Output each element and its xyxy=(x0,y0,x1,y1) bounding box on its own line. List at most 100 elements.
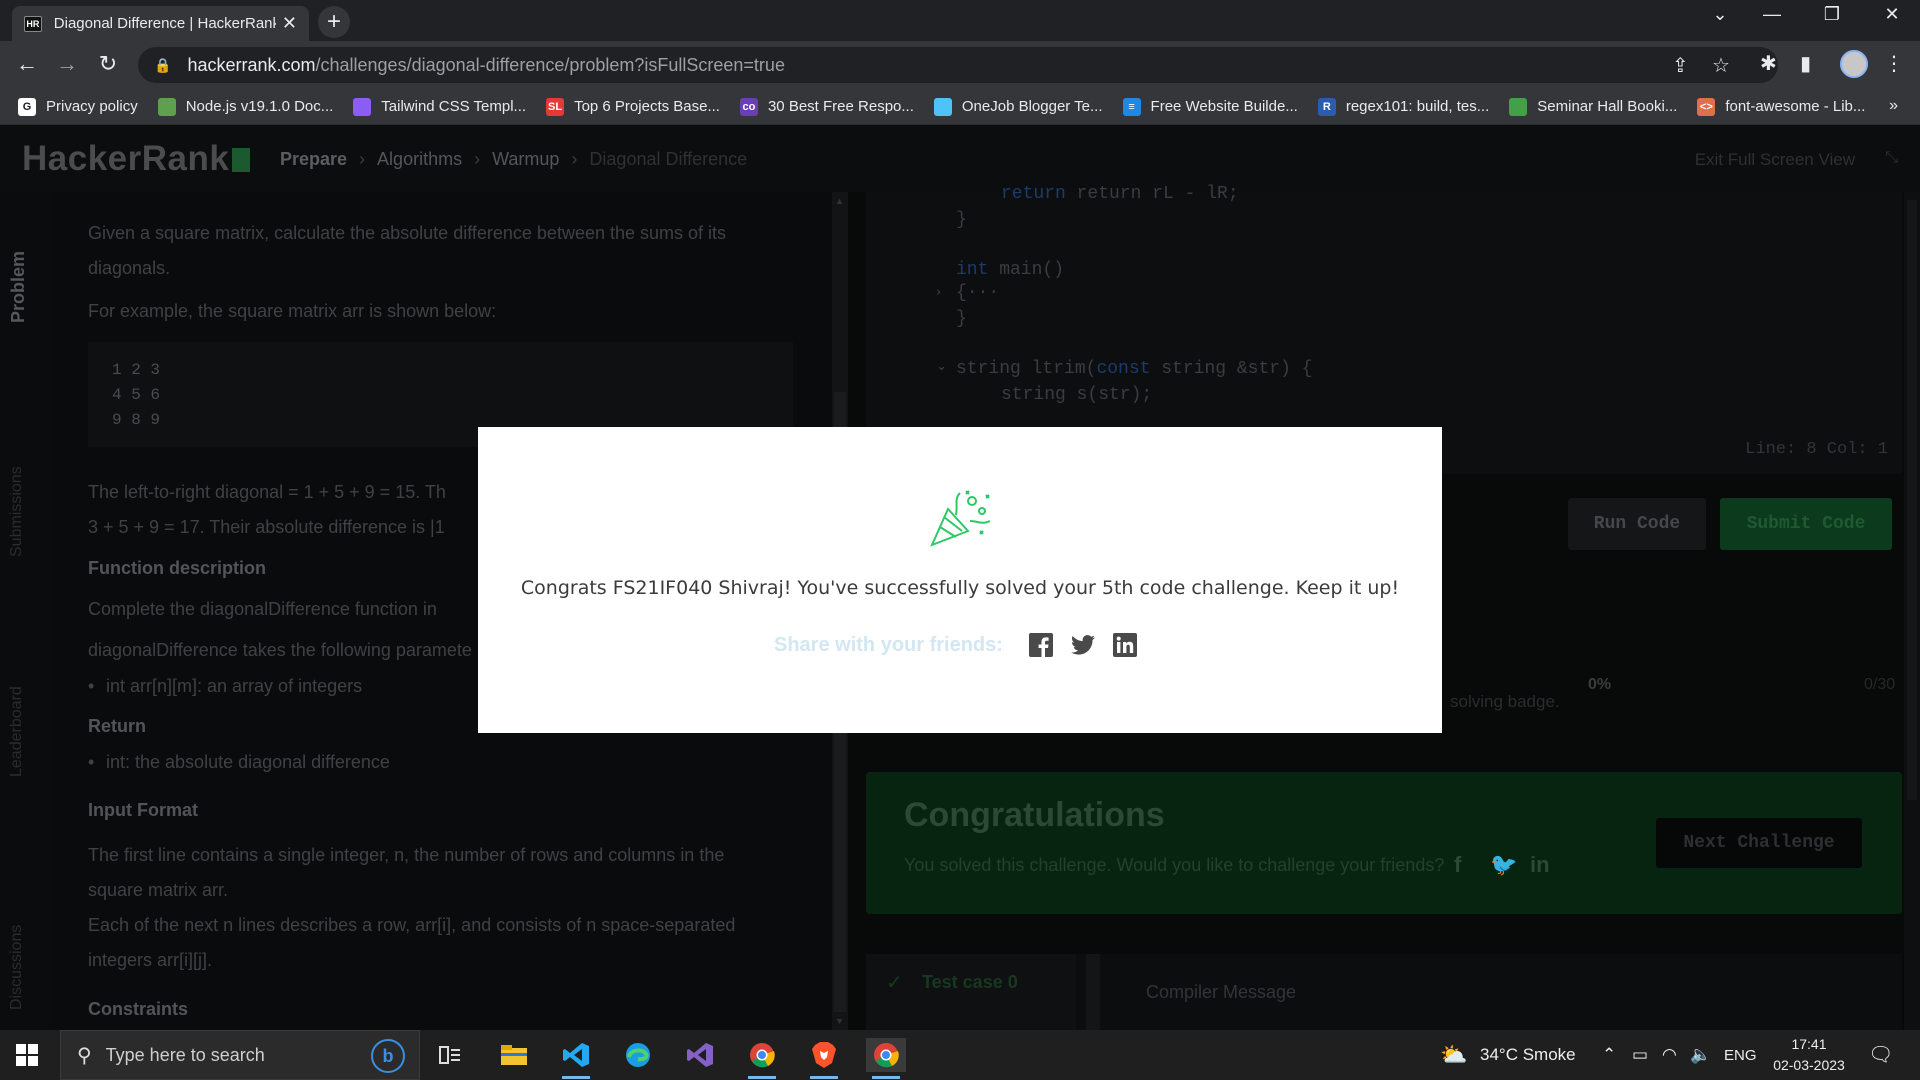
facebook-icon[interactable] xyxy=(1028,633,1053,657)
reload-icon[interactable]: ↻ xyxy=(93,51,123,77)
heading-function-description: Function description xyxy=(88,558,266,578)
forward-icon[interactable]: → xyxy=(52,51,82,77)
bookmark-item[interactable]: co 30 Best Free Respo... xyxy=(739,97,914,116)
clock[interactable]: 17:41 02-03-2023 xyxy=(1764,1034,1854,1076)
chrome-icon[interactable] xyxy=(742,1038,782,1079)
code-editor[interactable]: return return rL - lR; } int main() › {·… xyxy=(866,184,1902,428)
clock-time: 17:41 xyxy=(1791,1036,1827,1052)
breadcrumb: Prepare › Algorithms › Warmup › Diagonal Di… xyxy=(280,149,748,170)
taskbar-search[interactable]: ⚲ Type here to search b xyxy=(60,1030,420,1080)
side-tab-leaderboard[interactable]: Leaderboard xyxy=(8,672,42,792)
windows-taskbar: ⚲ Type here to search b ⛅ 34°C Smoke ⌃ ▭… xyxy=(0,1030,1920,1080)
browser-tab[interactable]: HR Diagonal Difference | HackerRank ✕ xyxy=(12,6,309,41)
test-case-tab[interactable]: ✓ Test case 0 xyxy=(866,954,1076,1030)
bookmark-label: Privacy policy xyxy=(46,98,138,115)
bookmark-favicon-icon: ≡ xyxy=(1122,97,1141,116)
minimize-icon[interactable]: — xyxy=(1752,4,1792,25)
run-code-button[interactable]: Run Code xyxy=(1568,498,1706,550)
restore-icon[interactable]: ❐ xyxy=(1812,4,1852,25)
exit-fullscreen-link[interactable]: Exit Full Screen View xyxy=(1695,150,1855,170)
side-tabs: Problem Submissions Leaderboard Discussi… xyxy=(0,192,50,1030)
side-tab-discussions[interactable]: Discussions xyxy=(8,912,42,1022)
bookmarks-bar: G Privacy policy Node.js v19.1.0 Doc... Tai… xyxy=(0,89,1920,125)
back-icon[interactable]: ← xyxy=(12,51,42,77)
editor-pane-scrollbar[interactable] xyxy=(1904,192,1920,1030)
problem-intro-1: Given a square matrix, calculate the abs… xyxy=(88,223,727,243)
windows-start-icon[interactable] xyxy=(16,1044,38,1066)
bookmark-item[interactable]: G Privacy policy xyxy=(18,97,138,116)
side-panel-icon[interactable]: ▮ xyxy=(1800,51,1811,76)
bing-icon[interactable]: b xyxy=(371,1039,405,1073)
party-popper-icon xyxy=(930,490,991,547)
bookmark-label: Tailwind CSS Templ... xyxy=(381,98,527,115)
share-icon[interactable]: ⇪ xyxy=(1672,53,1689,78)
bookmark-favicon-icon: co xyxy=(739,97,758,116)
linkedin-icon[interactable] xyxy=(1112,633,1137,657)
address-bar[interactable]: 🔒 hackerrank.com/challenges/diagonal-dif… xyxy=(138,47,1778,83)
task-view-icon[interactable] xyxy=(430,1038,470,1072)
collapse-icon[interactable]: ⤡ xyxy=(1885,149,1898,167)
profile-avatar[interactable] xyxy=(1840,50,1868,78)
fold-expanded-icon[interactable]: ⌄ xyxy=(936,359,947,374)
bookmark-label: Seminar Hall Booki... xyxy=(1537,98,1678,115)
bookmark-item[interactable]: Node.js v19.1.0 Doc... xyxy=(157,97,334,116)
bookmark-favicon-icon xyxy=(1509,97,1528,116)
visual-studio-icon[interactable] xyxy=(680,1038,720,1072)
twitter-icon[interactable]: 🐦 xyxy=(1490,852,1517,878)
close-window-icon[interactable]: ✕ xyxy=(1872,4,1912,25)
weather-icon[interactable]: ⛅ xyxy=(1440,1042,1467,1068)
facebook-icon[interactable]: f xyxy=(1454,852,1461,878)
bookmark-star-icon[interactable]: ☆ xyxy=(1712,53,1730,78)
bookmark-favicon-icon xyxy=(353,97,372,116)
success-modal: Congrats FS21IF040 Shivraj! You've succe… xyxy=(478,427,1442,733)
new-tab-button[interactable]: + xyxy=(318,6,350,38)
linkedin-icon[interactable]: in xyxy=(1530,852,1550,878)
lock-icon[interactable]: 🔒 xyxy=(154,57,171,74)
menu-icon[interactable]: ⋮ xyxy=(1884,51,1904,76)
breadcrumb-prepare[interactable]: Prepare xyxy=(280,149,347,170)
close-tab-icon[interactable]: ✕ xyxy=(282,13,297,34)
congrats-subtitle: You solved this challenge. Would you lik… xyxy=(904,855,1445,875)
bookmarks-more-icon[interactable]: » xyxy=(1889,97,1898,115)
bookmark-item[interactable]: Rregex101: build, tes... xyxy=(1317,97,1489,116)
bookmark-label: 30 Best Free Respo... xyxy=(767,98,914,115)
volume-icon[interactable]: 🔈 xyxy=(1690,1045,1711,1065)
chrome-active-icon[interactable] xyxy=(866,1038,906,1079)
twitter-icon[interactable] xyxy=(1070,635,1095,655)
language-indicator[interactable]: ENG xyxy=(1724,1047,1757,1064)
bookmark-item[interactable]: SL Top 6 Projects Base... xyxy=(546,97,720,116)
edge-icon[interactable] xyxy=(618,1038,658,1072)
bookmark-label: Node.js v19.1.0 Doc... xyxy=(185,98,334,115)
bookmark-item[interactable]: OneJob Blogger Te... xyxy=(933,97,1103,116)
submit-code-button[interactable]: Submit Code xyxy=(1720,498,1892,550)
breadcrumb-current: Diagonal Difference xyxy=(589,149,748,169)
bookmark-item[interactable]: Tailwind CSS Templ... xyxy=(353,97,527,116)
bookmark-label: OneJob Blogger Te... xyxy=(961,98,1103,115)
vscode-icon[interactable] xyxy=(556,1038,596,1079)
hackerrank-logo[interactable]: HackerRank xyxy=(22,139,251,179)
return-bullet: int: the absolute diagonal difference xyxy=(88,752,390,773)
battery-icon[interactable]: ▭ xyxy=(1632,1045,1648,1065)
side-tab-problem[interactable]: Problem xyxy=(8,242,42,332)
show-hidden-icons-icon[interactable]: ⌃ xyxy=(1602,1045,1616,1065)
tab-search-chevron-icon[interactable]: ⌄ xyxy=(1700,4,1740,25)
bookmark-item[interactable]: ≡ Free Website Builde... xyxy=(1122,97,1298,116)
extensions-icon[interactable]: ✱ xyxy=(1760,51,1777,76)
input-format-1: The first line contains a single integer… xyxy=(88,845,725,865)
fold-collapsed-icon[interactable]: › xyxy=(936,285,941,300)
input-format-3: Each of the next n lines describes a row… xyxy=(88,915,736,935)
test-scrollbar[interactable] xyxy=(1086,954,1100,1030)
bookmark-item[interactable]: Seminar Hall Booki... xyxy=(1509,97,1678,116)
side-tab-submissions[interactable]: Submissions xyxy=(8,452,42,572)
notifications-icon[interactable]: 🗨 xyxy=(1868,1042,1893,1067)
breadcrumb-warmup[interactable]: Warmup xyxy=(492,149,559,170)
breadcrumb-algorithms[interactable]: Algorithms xyxy=(377,149,462,170)
code-line: return return rL - lR; xyxy=(1001,184,1239,204)
brave-icon[interactable] xyxy=(804,1038,844,1079)
next-challenge-button[interactable]: Next Challenge xyxy=(1656,818,1862,868)
file-explorer-icon[interactable] xyxy=(494,1038,534,1072)
weather-text[interactable]: 34°C Smoke xyxy=(1480,1045,1576,1065)
test-case-label: Test case 0 xyxy=(922,972,1018,992)
wifi-icon[interactable]: ◠ xyxy=(1662,1045,1677,1065)
bookmark-item[interactable]: <> font-awesome - Lib... xyxy=(1697,97,1865,116)
